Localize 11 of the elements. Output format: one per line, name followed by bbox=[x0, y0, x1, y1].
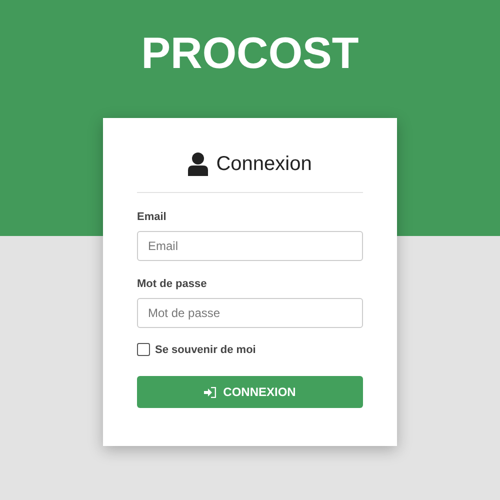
remember-label: Se souvenir de moi bbox=[155, 344, 256, 356]
field-label: Email bbox=[137, 211, 168, 223]
input-field[interactable]: Mot de passe bbox=[137, 298, 363, 328]
login-button[interactable]: CONNEXION bbox=[137, 376, 363, 408]
brand-title: PROCOST bbox=[141, 28, 359, 80]
checkbox[interactable] bbox=[137, 343, 150, 356]
sign-in-icon bbox=[204, 386, 216, 398]
field-label: Mot de passe bbox=[137, 278, 208, 290]
input-field[interactable]: Email bbox=[137, 231, 363, 261]
user-icon bbox=[188, 152, 208, 176]
card-title: Connexion bbox=[216, 152, 312, 176]
